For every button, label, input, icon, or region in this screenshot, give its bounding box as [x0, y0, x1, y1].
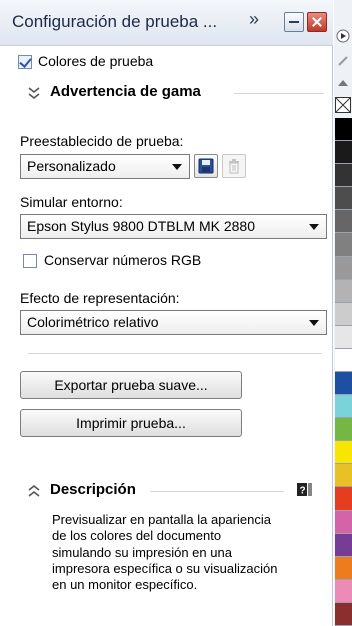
color-swatch[interactable] — [335, 464, 352, 488]
svg-text:?: ? — [300, 486, 306, 497]
color-swatch[interactable] — [335, 325, 352, 349]
palette-menu-icon[interactable] — [335, 28, 351, 44]
color-swatch[interactable] — [335, 441, 352, 465]
gamut-warning-section-title[interactable]: Advertencia de gama — [50, 83, 201, 100]
description-text: Previsualizar en pantalla la apariencia … — [52, 512, 278, 593]
description-section-title[interactable]: Descripción — [50, 481, 136, 498]
chevron-down-icon — [309, 320, 319, 326]
environment-label: Simular entorno: — [20, 194, 123, 210]
color-swatch[interactable] — [335, 187, 352, 211]
color-swatch[interactable] — [335, 141, 352, 165]
color-swatch[interactable] — [335, 210, 352, 234]
proof-settings-panel: Configuración de prueba ... » Colores de… — [0, 0, 333, 626]
close-icon[interactable] — [307, 12, 327, 32]
delete-preset-button[interactable] — [222, 154, 246, 178]
color-swatch[interactable] — [335, 233, 352, 257]
trash-icon — [229, 159, 239, 174]
color-swatch[interactable] — [335, 579, 352, 603]
section-divider — [150, 491, 284, 492]
environment-value: Epson Stylus 9800 DTBLM MK 2880 — [27, 218, 256, 234]
rendering-intent-value: Colorimétrico relativo — [27, 314, 159, 330]
more-options-icon[interactable]: » — [249, 9, 259, 30]
chevron-down-icon — [172, 164, 182, 170]
panel-title: Configuración de prueba ... — [12, 12, 218, 31]
color-swatch[interactable] — [335, 279, 352, 303]
scroll-up-icon[interactable] — [337, 78, 349, 88]
separator — [28, 353, 322, 354]
preserve-rgb-label: Conservar números RGB — [44, 252, 202, 268]
proof-colors-label: Colores de prueba — [38, 53, 154, 69]
rendering-intent-dropdown[interactable]: Colorimétrico relativo — [20, 310, 327, 335]
export-soft-proof-button[interactable]: Exportar prueba suave... — [20, 371, 242, 399]
color-swatch[interactable] — [335, 302, 352, 326]
chevron-down-icon — [309, 224, 319, 230]
preset-label: Preestablecido de prueba: — [20, 133, 184, 149]
color-swatch[interactable] — [335, 256, 352, 280]
panel-title-bar: Configuración de prueba ... » — [0, 0, 333, 46]
save-preset-button[interactable] — [194, 154, 218, 178]
collapse-section-icon[interactable] — [28, 484, 40, 498]
color-swatch[interactable] — [335, 533, 352, 557]
color-swatch[interactable] — [335, 418, 352, 442]
minimize-icon[interactable] — [284, 12, 304, 32]
save-icon — [198, 158, 214, 174]
color-swatch[interactable] — [335, 164, 352, 188]
rendering-intent-label: Efecto de representación: — [20, 290, 180, 306]
color-swatch[interactable] — [335, 602, 352, 626]
section-divider — [234, 93, 324, 94]
help-icon[interactable]: ? — [296, 481, 312, 498]
expand-section-icon[interactable] — [28, 86, 40, 100]
no-color-swatch[interactable] — [335, 97, 351, 113]
preset-value: Personalizado — [27, 158, 116, 174]
eyedropper-icon[interactable] — [336, 54, 350, 68]
print-proof-button[interactable]: Imprimir prueba... — [20, 409, 242, 437]
color-swatch[interactable] — [335, 556, 352, 580]
color-swatch[interactable] — [335, 118, 352, 142]
color-swatch[interactable] — [335, 348, 352, 372]
color-swatch[interactable] — [335, 395, 352, 419]
preserve-rgb-checkbox[interactable] — [23, 254, 37, 268]
preset-dropdown[interactable]: Personalizado — [20, 154, 190, 179]
color-swatch[interactable] — [335, 487, 352, 511]
proof-colors-checkbox[interactable] — [18, 55, 32, 69]
color-swatch[interactable] — [335, 510, 352, 534]
environment-dropdown[interactable]: Epson Stylus 9800 DTBLM MK 2880 — [20, 214, 327, 239]
color-swatch[interactable] — [335, 372, 352, 396]
